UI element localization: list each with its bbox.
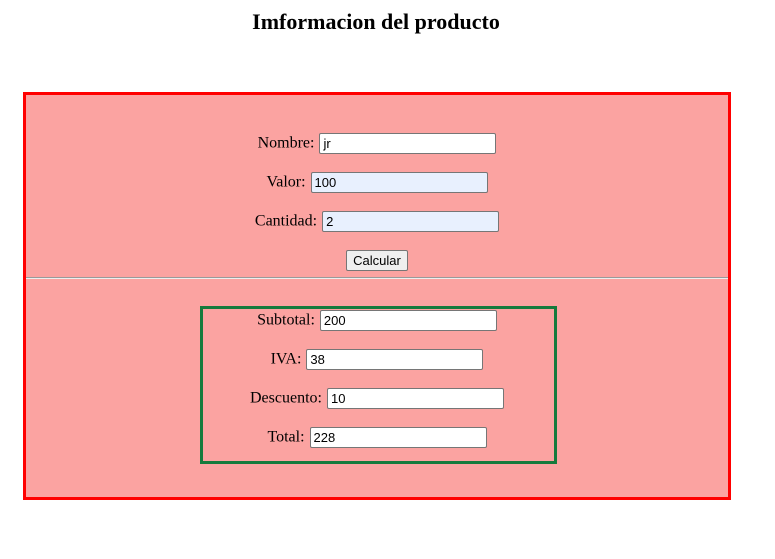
total-field[interactable] bbox=[309, 426, 487, 448]
nombre-row: Nombre: bbox=[26, 132, 728, 154]
valor-row: Valor: bbox=[26, 171, 728, 193]
descuento-label: Descuento: bbox=[250, 389, 322, 407]
calcular-button[interactable]: Calcular bbox=[346, 249, 408, 271]
cantidad-label: Cantidad: bbox=[254, 212, 318, 230]
subtotal-row: Subtotal: bbox=[26, 309, 728, 331]
descuento-field[interactable] bbox=[326, 387, 504, 409]
valor-input[interactable] bbox=[310, 171, 488, 193]
nombre-label: Nombre: bbox=[257, 134, 315, 152]
horizontal-divider bbox=[26, 277, 728, 279]
nombre-input[interactable] bbox=[319, 132, 497, 154]
calcular-row: Calcular bbox=[26, 249, 728, 271]
iva-row: IVA: bbox=[26, 348, 728, 370]
descuento-row: Descuento: bbox=[26, 387, 728, 409]
subtotal-field[interactable] bbox=[319, 309, 497, 331]
total-row: Total: bbox=[26, 426, 728, 448]
product-form: Nombre: Valor: Cantidad: Calcular Subtot… bbox=[23, 92, 731, 500]
valor-label: Valor: bbox=[266, 173, 306, 191]
cantidad-input[interactable] bbox=[322, 210, 500, 232]
iva-field[interactable] bbox=[306, 348, 484, 370]
cantidad-row: Cantidad: bbox=[26, 210, 728, 232]
iva-label: IVA: bbox=[270, 350, 302, 368]
total-label: Total: bbox=[267, 428, 305, 446]
page-title: Imformacion del producto bbox=[252, 9, 500, 34]
subtotal-label: Subtotal: bbox=[257, 311, 315, 329]
